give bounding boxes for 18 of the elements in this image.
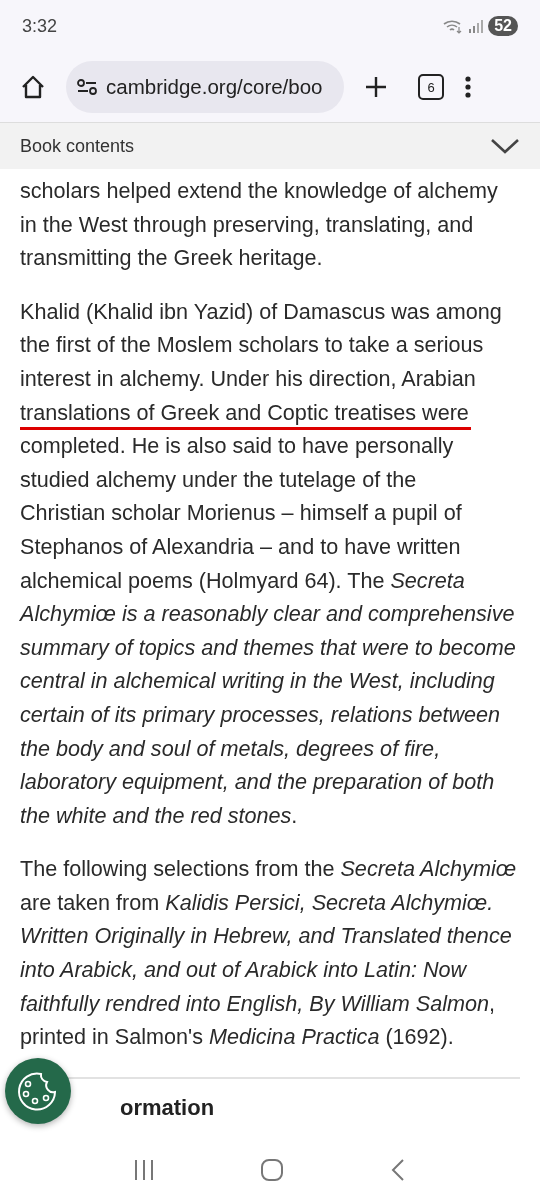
paragraph: scholars helped extend the knowledge of alchemy in the West through preserving, translating, and transmitting the Greek heritage. [20,177,499,273]
tab-count-button[interactable]: 6 [418,74,444,100]
book-contents-bar[interactable]: Book contents [0,123,540,169]
home-button-icon[interactable] [260,1158,284,1182]
site-settings-icon[interactable] [76,78,98,96]
paragraph: Khalid (Khalid ibn Yazid) of Damascus was among the first of the Moslem scholars to take a serious interest in alchemy. Under his direction, Arabian translations of Greek and Coptic treatises were completed. He is also said to have personally studied alchemy under the tutelage of the Christian scholar Morienus – himself a pupil of Stephanos of Alexandria – and to have written alchemical poems (Holmyard 64). The Secreta Alchymiœ is a reasonably clear and comprehensive summary of topics and themes that were to become central in alchemical writing in the West, including certain of its primary processes, relations between the body and soul of metals, degrees of fire, laboratory equipment, and the preparation of both the white and the red stones. [20,297,517,830]
new-tab-icon[interactable] [364,75,388,99]
battery-level: 52 [488,16,518,36]
home-icon[interactable] [20,74,46,100]
signal-icon [468,19,485,33]
paragraph: The following selections from the Secreta Alchymiœ are taken from Kalidis Persici, Secreta Alchymiœ. Written Originally in Hebrew, and Translated thence into Arabick, and out of Arabick into Latin: Now faithfully rendred into English, By William Salmon, printed in Salmon's Medicina Practica (1692). [20,855,518,1052]
menu-icon[interactable] [464,75,472,99]
section-heading: ormation [120,1094,216,1121]
chevron-icon[interactable] [490,137,520,155]
recent-apps-icon[interactable] [132,1159,155,1181]
url-field[interactable]: cambridge.org/core/boo [66,61,344,113]
cookie-settings-button[interactable] [5,1058,71,1124]
status-time: 3:32 [22,15,58,37]
